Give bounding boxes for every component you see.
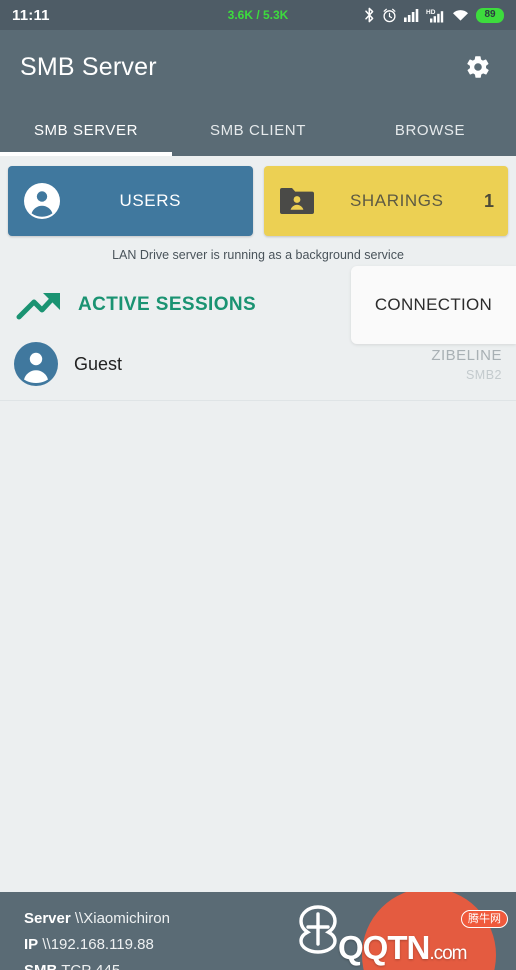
alarm-icon — [382, 8, 397, 23]
sharings-card-count: 1 — [483, 190, 494, 211]
status-bar: 11:11 3.6K / 5.3K HD 89 — [0, 0, 516, 30]
battery-icon: 89 — [476, 7, 504, 23]
bluetooth-icon — [364, 7, 375, 23]
signal-hd-icon: HD — [426, 8, 445, 23]
svg-text:HD: HD — [426, 9, 436, 16]
active-sessions-header: ACTIVE SESSIONS CONNECTION — [0, 266, 516, 344]
session-meta: ZIBELINE SMB2 — [431, 347, 502, 382]
server-ip-value: \\192.168.119.88 — [42, 936, 154, 953]
folder-shared-icon — [278, 185, 316, 217]
sharings-card-label: SHARINGS — [349, 191, 444, 210]
server-ip-line: IP \\192.168.119.88 — [24, 932, 516, 958]
session-user-name: Guest — [74, 353, 123, 374]
content-empty-area — [0, 401, 516, 892]
server-smb-value: TCP 445 — [61, 962, 120, 970]
session-host: ZIBELINE — [431, 346, 502, 364]
tab-browse[interactable]: BROWSE — [344, 104, 516, 156]
server-ip-label: IP — [24, 936, 39, 953]
app-bar-top: SMB Server — [0, 30, 516, 104]
session-row[interactable]: Guest ZIBELINE SMB2 — [0, 338, 516, 400]
person-circle-icon — [22, 181, 62, 221]
status-bar-icons: HD 89 — [364, 7, 504, 23]
tab-smb-server-label: SMB SERVER — [33, 121, 139, 139]
wifi-icon — [452, 8, 469, 22]
users-card[interactable]: USERS — [8, 166, 253, 236]
connection-button-label: CONNECTION — [374, 295, 493, 314]
server-info-bar: Server \\Xiaomichiron IP \\192.168.119.8… — [0, 892, 516, 970]
gear-icon[interactable] — [460, 49, 496, 85]
active-sessions-label: ACTIVE SESSIONS — [78, 294, 257, 315]
connection-button[interactable]: CONNECTION — [351, 266, 516, 344]
status-bar-time: 11:11 — [12, 6, 50, 24]
server-smb-label: SMB — [24, 962, 57, 970]
users-card-label: USERS — [119, 191, 182, 210]
tab-bar: SMB SERVER SMB CLIENT BROWSE — [0, 104, 516, 156]
trending-up-icon — [16, 289, 64, 321]
tab-smb-client[interactable]: SMB CLIENT — [172, 104, 344, 156]
tab-smb-client-label: SMB CLIENT — [209, 121, 306, 139]
server-name-label: Server — [24, 910, 71, 927]
server-name-value: \\Xiaomichiron — [74, 910, 170, 927]
server-name-line: Server \\Xiaomichiron — [24, 906, 516, 932]
signal-icon — [404, 8, 419, 22]
server-smb-line: SMB TCP 445 — [24, 958, 516, 970]
tab-active-indicator — [0, 152, 172, 156]
page-title: SMB Server — [20, 52, 157, 81]
person-avatar-icon — [14, 342, 58, 386]
session-protocol: SMB2 — [465, 367, 502, 382]
app-bar: SMB Server SMB SERVER SMB CLIENT BROWSE — [0, 30, 516, 156]
app-root: 11:11 3.6K / 5.3K HD 89 SMB Server SMB S… — [0, 0, 516, 970]
summary-cards: USERS SHARINGS 1 — [0, 156, 516, 236]
tab-browse-label: BROWSE — [394, 121, 466, 139]
sharings-card[interactable]: SHARINGS 1 — [263, 166, 508, 236]
tab-smb-server[interactable]: SMB SERVER — [0, 104, 172, 156]
